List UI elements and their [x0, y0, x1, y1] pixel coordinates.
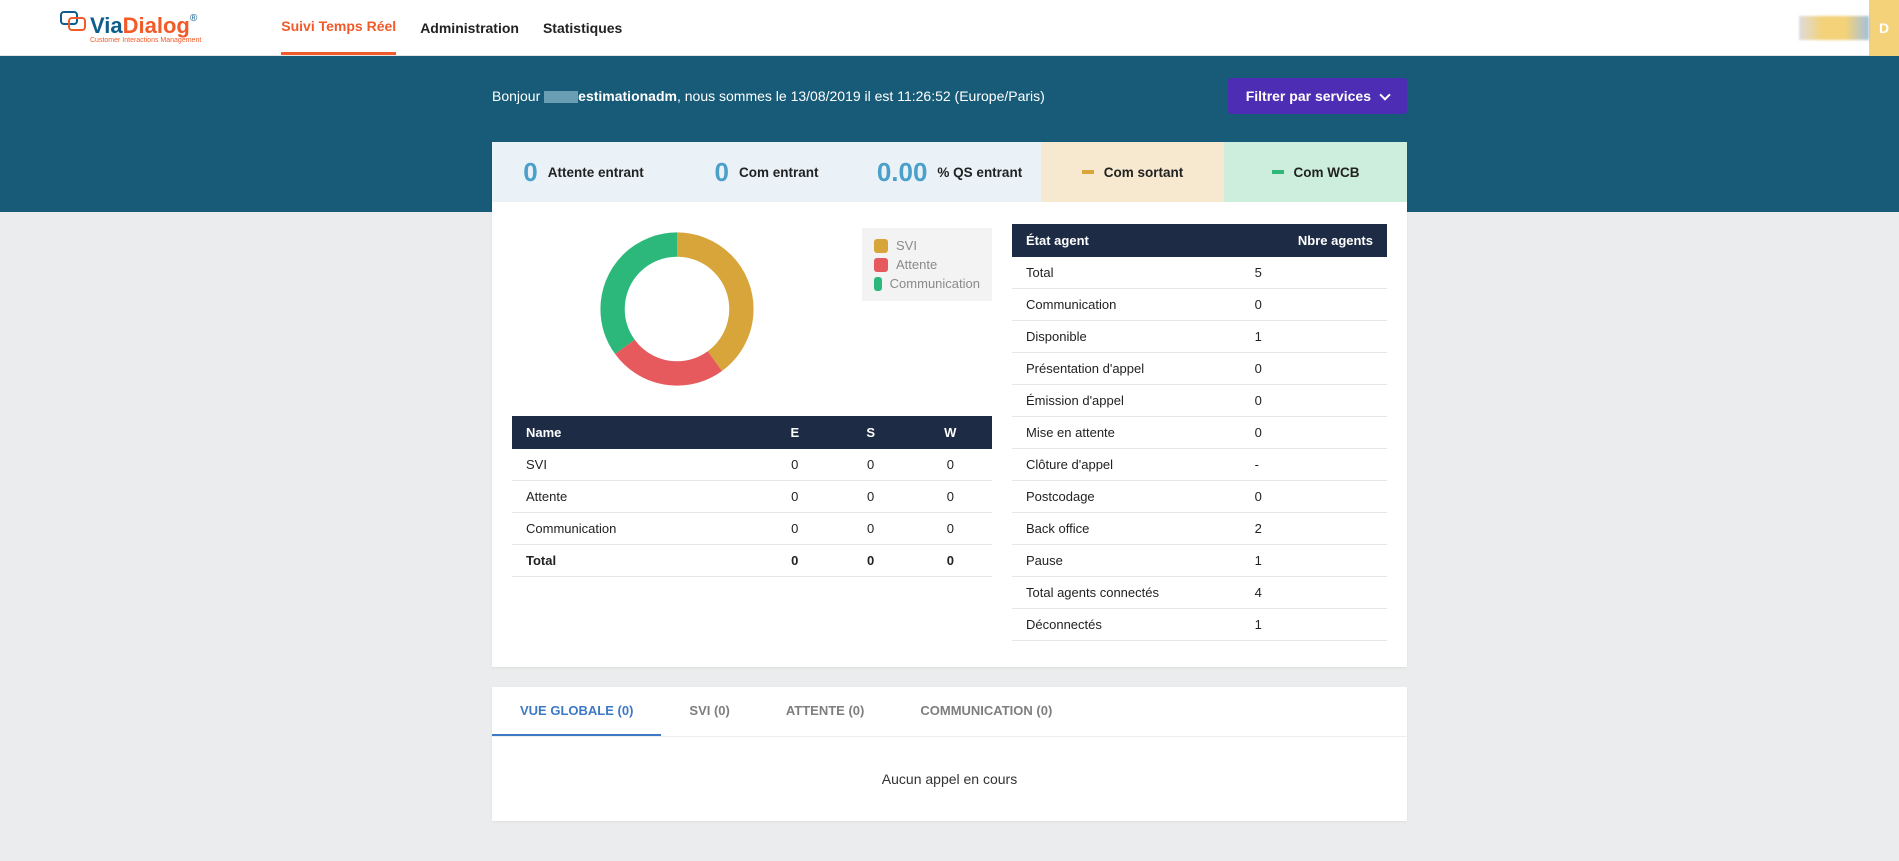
name-table: Name E S W SVI000 Attente000 Communicati… — [512, 416, 992, 577]
tab-communication[interactable]: COMMUNICATION (0) — [892, 687, 1080, 736]
donut-legend: SVI Attente Communication — [862, 228, 992, 301]
table-row: Émission d'appel0 — [1012, 385, 1387, 417]
table-row: Disponible1 — [1012, 321, 1387, 353]
kpi-qs-entrant: 0.00 % QS entrant — [858, 142, 1041, 202]
col-name: Name — [512, 416, 757, 449]
nav-statistics[interactable]: Statistiques — [543, 0, 622, 55]
tab-attente[interactable]: ATTENTE (0) — [758, 687, 892, 736]
legend-item-attente: Attente — [874, 255, 980, 274]
nav-administration[interactable]: Administration — [420, 0, 519, 55]
kpi-com-entrant: 0 Com entrant — [675, 142, 858, 202]
dash-icon — [1082, 170, 1094, 174]
table-row: Déconnectés1 — [1012, 609, 1387, 641]
chat-bubbles-icon — [60, 11, 86, 33]
donut-chart — [592, 224, 762, 394]
table-row: Total agents connectés4 — [1012, 577, 1387, 609]
table-row: Postcodage0 — [1012, 481, 1387, 513]
main-nav: Suivi Temps Réel Administration Statisti… — [281, 0, 622, 55]
brand-text-dialog: Dialog — [123, 13, 190, 38]
empty-calls-message: Aucun appel en cours — [492, 737, 1407, 821]
swatch-icon — [874, 277, 882, 291]
col-s: S — [833, 416, 909, 449]
left-column: SVI Attente Communication Name E S W SVI… — [512, 224, 992, 641]
table-row: Mise en attente0 — [1012, 417, 1387, 449]
swatch-icon — [874, 258, 888, 272]
col-w: W — [909, 416, 992, 449]
legend-item-svi: SVI — [874, 236, 980, 255]
chevron-down-icon — [1379, 89, 1390, 100]
kpi-attente-entrant: 0 Attente entrant — [492, 142, 675, 202]
table-row: Total5 — [1012, 257, 1387, 289]
user-avatar-initial: D — [1869, 0, 1899, 56]
table-row: Présentation d'appel0 — [1012, 353, 1387, 385]
agent-state-table: État agent Nbre agents Total5 Communicat… — [1012, 224, 1387, 641]
tab-vue-globale[interactable]: VUE GLOBALE (0) — [492, 687, 661, 736]
table-row: Attente000 — [512, 481, 992, 513]
calls-tabs: VUE GLOBALE (0) SVI (0) ATTENTE (0) COMM… — [492, 687, 1407, 737]
tab-svi[interactable]: SVI (0) — [661, 687, 757, 736]
right-column: État agent Nbre agents Total5 Communicat… — [1012, 224, 1387, 641]
kpi-com-wcb: Com WCB — [1224, 142, 1407, 202]
kpi-strip: 0 Attente entrant 0 Com entrant 0.00 % Q… — [492, 142, 1407, 202]
table-row-total: Total000 — [512, 545, 992, 577]
dashboard-card: 0 Attente entrant 0 Com entrant 0.00 % Q… — [492, 142, 1407, 667]
redacted-segment — [544, 91, 578, 103]
swatch-icon — [874, 239, 888, 253]
filter-services-button[interactable]: Filtrer par services — [1228, 78, 1407, 114]
table-row: Back office2 — [1012, 513, 1387, 545]
legend-item-comm: Communication — [874, 274, 980, 293]
table-row: Clôture d'appel- — [1012, 449, 1387, 481]
table-row: Communication000 — [512, 513, 992, 545]
table-row: Pause1 — [1012, 545, 1387, 577]
brand-logo[interactable]: ViaDialog® Customer Interactions Managem… — [60, 11, 201, 44]
col-agent-state: État agent — [1012, 224, 1241, 257]
brand-subtitle: Customer Interactions Management — [90, 37, 201, 44]
table-row: SVI000 — [512, 449, 992, 481]
dash-icon — [1272, 170, 1284, 174]
kpi-com-sortant: Com sortant — [1041, 142, 1224, 202]
table-row: Communication0 — [1012, 289, 1387, 321]
calls-tabs-card: VUE GLOBALE (0) SVI (0) ATTENTE (0) COMM… — [492, 687, 1407, 821]
nav-realtime[interactable]: Suivi Temps Réel — [281, 0, 396, 55]
top-nav: ViaDialog® Customer Interactions Managem… — [0, 0, 1899, 56]
user-menu[interactable]: D — [1799, 0, 1899, 56]
col-e: E — [757, 416, 833, 449]
brand-text-via: Via — [90, 13, 123, 38]
filter-services-label: Filtrer par services — [1246, 88, 1371, 104]
user-name-blurred — [1799, 16, 1869, 40]
greeting-text: Bonjour estimationadm, nous sommes le 13… — [492, 88, 1045, 104]
col-agent-count: Nbre agents — [1241, 224, 1387, 257]
